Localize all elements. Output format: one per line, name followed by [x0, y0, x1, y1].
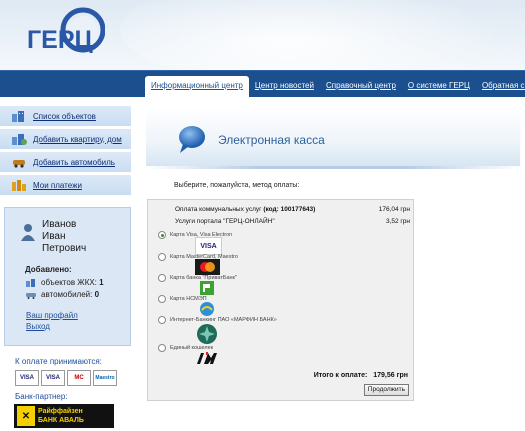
payment-option-nsmep[interactable]: Карта НСМЭП — [158, 295, 214, 316]
top-navigation: Информационный центр Центр новостей Справо… — [0, 70, 525, 97]
payment-panel: Оплата коммунальных услуг (код: 10017764… — [147, 199, 414, 401]
buildings-icon — [12, 111, 24, 122]
maestro-icon: Maestro — [93, 370, 117, 386]
sidebar-item-label: Список объектов — [33, 111, 96, 121]
sidebar-item-label: Добавить автомобиль — [33, 157, 115, 167]
visa-electron-icon: VISA — [41, 370, 65, 386]
add-house-icon — [12, 134, 27, 145]
mastercard-icon: MC — [67, 370, 91, 386]
total-label: Итого к оплате: — [313, 372, 368, 379]
objects-count: 1 — [99, 278, 104, 287]
payment-option-visa[interactable]: VISA Карта Visa, Visa Electron — [158, 231, 232, 255]
nav-item-3[interactable]: О системе ГЕРЦ — [402, 76, 476, 97]
payment-option-marfin[interactable]: Интернет-Банкинг ПАО «МАРФИН БАНК» — [158, 316, 277, 344]
cars-count-row: автомобилей: 0 — [26, 290, 99, 299]
nav-item-2[interactable]: Справочный центр — [320, 76, 402, 97]
objects-label: объектов ЖКХ: — [41, 278, 97, 287]
nav-item-4[interactable]: Обратная связь — [476, 76, 525, 97]
sidebar-item-add-car[interactable]: Добавить автомобиль — [0, 152, 131, 172]
user-avatar-icon — [21, 224, 35, 241]
nav-item-0[interactable]: Информационный центр — [145, 76, 249, 97]
portal-fee-label: Услуги портала "ГЕРЦ-ОНЛАЙН" — [175, 218, 275, 225]
sidebar: Список объектов Добавить квартиру, дом Д… — [0, 106, 131, 198]
radio-visa[interactable] — [158, 231, 166, 239]
user-info-panel: Иванов Иван Петрович Добавлено: объектов… — [4, 207, 131, 346]
radio-privatbank[interactable] — [158, 274, 166, 282]
nav-item-1[interactable]: Центр новостей — [249, 76, 320, 97]
raiffeisen-mark-icon: ✕ — [17, 406, 35, 426]
payment-option-mastercard[interactable]: Карта MasterCard, Maestro — [158, 253, 238, 275]
radio-mastercard[interactable] — [158, 253, 166, 261]
speech-bubble-icon — [179, 126, 205, 153]
accepted-cards: VISA VISA MC Maestro — [15, 370, 117, 386]
total-amount-line: Итого к оплате: 179,56 грн — [314, 372, 408, 379]
sidebar-item-my-payments[interactable]: Мои платежи — [0, 175, 131, 195]
portal-fee-amount: 3,52 грн — [385, 218, 410, 225]
bank-logo-line2: БАНК АВАЛЬ — [38, 417, 84, 424]
bank-logo-line1: Райффайзен — [38, 408, 83, 415]
added-heading: Добавлено: — [25, 265, 72, 274]
sidebar-item-label: Мои платежи — [33, 180, 82, 190]
utilities-line: Оплата коммунальных услуг (код: 10017764… — [175, 206, 315, 213]
coins-icon — [12, 180, 26, 191]
sidebar-item-objects-list[interactable]: Список объектов — [0, 106, 131, 126]
user-last-name: Иванов — [42, 219, 77, 230]
radio-nsmep[interactable] — [158, 295, 166, 303]
user-first-name: Иван — [42, 231, 66, 242]
bank-logo-text: Райффайзен БАНК АВАЛЬ — [38, 407, 84, 425]
logo-text[interactable]: ГЕРЦ — [27, 26, 93, 55]
sidebar-item-add-apartment[interactable]: Добавить квартиру, дом — [0, 129, 131, 149]
payment-accepted-label: К оплате принимаются: — [15, 357, 102, 366]
cars-label: автомобилей: — [41, 290, 93, 299]
continue-button[interactable]: Продолжить — [363, 384, 409, 396]
choose-method-text: Выберите, пожалуйста, метод оплаты: — [174, 182, 300, 189]
utilities-label: Оплата коммунальных услуг — [175, 206, 262, 213]
bank-partner-label: Банк-партнер: — [15, 392, 68, 401]
radio-marfin[interactable] — [158, 316, 166, 324]
mastercard-icon — [195, 259, 220, 275]
objects-count-row: объектов ЖКХ: 1 — [26, 278, 104, 287]
profile-link[interactable]: Ваш профайл — [26, 311, 78, 320]
payment-option-label: Интернет-Банкинг ПАО «МАРФИН БАНК» — [170, 317, 277, 323]
payment-option-privatbank[interactable]: Карта банка "ПриватБанк" — [158, 274, 237, 295]
wallet-one-icon — [197, 352, 217, 364]
marfin-bank-icon — [197, 324, 217, 344]
header-divider — [146, 166, 520, 169]
radio-selected-dot — [160, 233, 164, 237]
utilities-amount: 176,04 грн — [378, 206, 410, 213]
car-icon — [26, 292, 36, 299]
site-header: ГЕРЦ — [0, 0, 525, 72]
cars-count: 0 — [94, 290, 100, 299]
car-icon — [13, 160, 25, 168]
page-title: Электронная касса — [218, 133, 325, 147]
header-background-swirl — [120, 0, 525, 72]
visa-icon: VISA — [15, 370, 39, 386]
privatbank-icon — [200, 281, 214, 295]
radio-wallet-one[interactable] — [158, 344, 166, 352]
total-amount: 179,56 грн — [373, 372, 408, 379]
payment-option-wallet-one[interactable]: Единый кошелек — [158, 344, 217, 364]
raiffeisen-bank-aval-logo[interactable]: ✕ Райффайзен БАНК АВАЛЬ — [14, 404, 114, 428]
user-full-name: Иванов Иван Петрович — [42, 219, 86, 255]
utilities-code: (код: 100177643) — [263, 206, 316, 213]
nsmep-icon — [200, 302, 214, 316]
user-patronymic: Петрович — [42, 243, 87, 254]
sidebar-item-label: Добавить квартиру, дом — [33, 134, 122, 144]
logout-link[interactable]: Выход — [26, 322, 50, 331]
buildings-icon — [26, 278, 35, 287]
